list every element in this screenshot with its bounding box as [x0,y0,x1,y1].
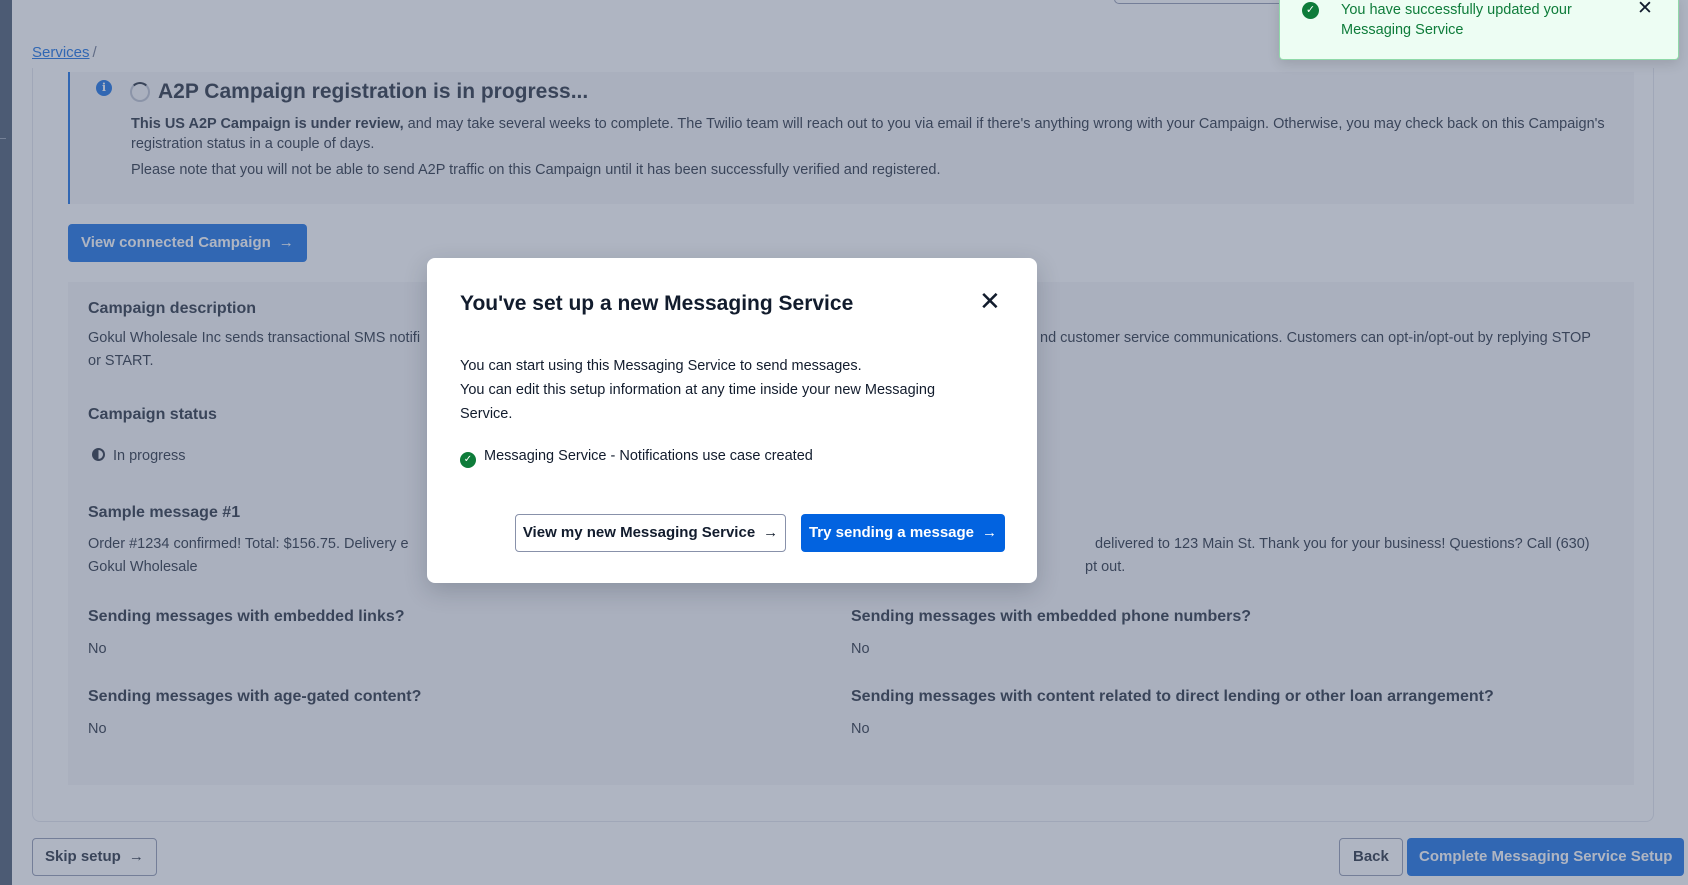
toast-message: You have successfully updated your Messa… [1341,2,1572,38]
success-modal: You've set up a new Messaging Service ✕ … [427,258,1037,583]
arrow-right-icon: → [982,524,998,541]
close-icon[interactable]: ✕ [979,288,1001,314]
check-circle-icon: ✓ [1302,2,1319,19]
modal-line-2: You can edit this setup information at a… [460,382,936,422]
created-item-text: Messaging Service - Notifications use ca… [484,448,813,464]
modal-line-1: You can start using this Messaging Servi… [460,358,862,374]
modal-title: You've set up a new Messaging Service [460,292,854,315]
view-messaging-service-button[interactable]: View my new Messaging Service → [515,514,786,552]
created-item: ✓ Messaging Service - Notifications use c… [460,448,813,468]
close-icon[interactable]: ✕ [1637,0,1653,20]
try-sending-label: Try sending a message [808,524,975,541]
check-circle-icon: ✓ [460,452,476,468]
view-messaging-service-label: View my new Messaging Service [522,524,756,541]
modal-description: You can start using this Messaging Servi… [460,354,980,426]
try-sending-message-button[interactable]: Try sending a message → [801,514,1005,552]
success-toast: ✓ You have successfully updated your Mes… [1279,0,1679,60]
arrow-right-icon: → [763,524,779,541]
